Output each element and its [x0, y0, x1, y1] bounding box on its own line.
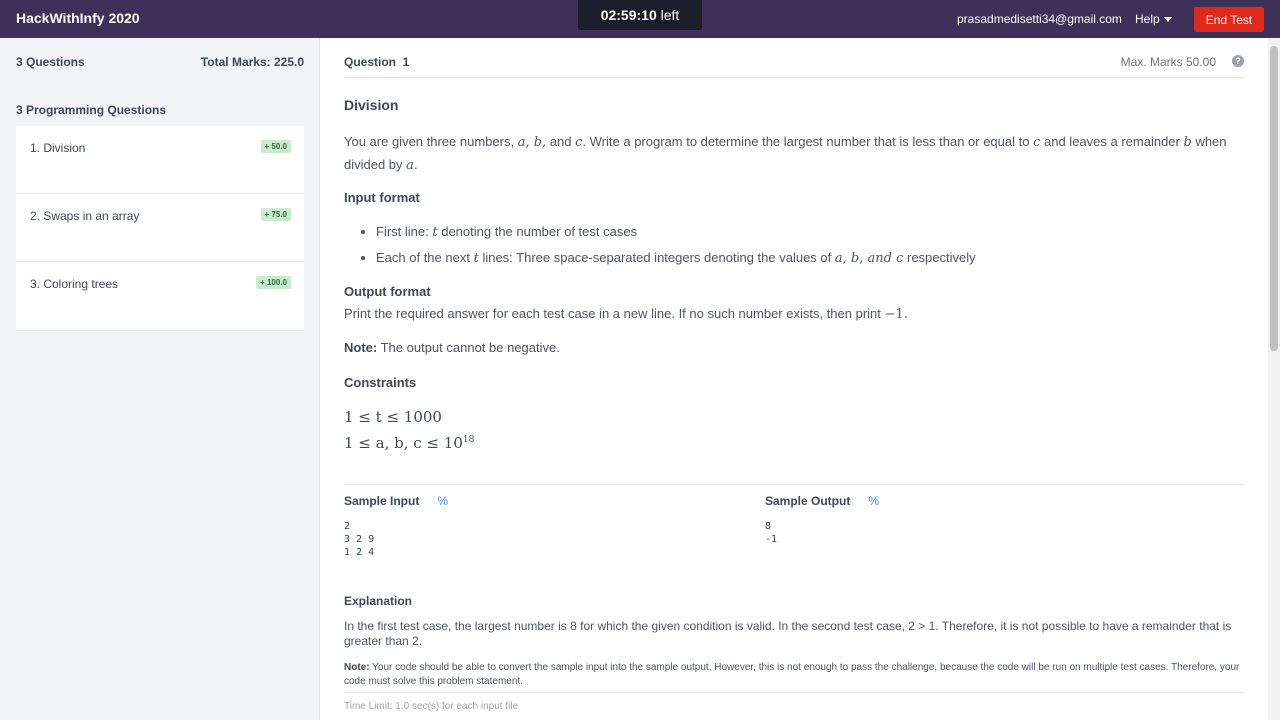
constraint-line: 1 ≤ t ≤ 1000 — [344, 408, 442, 426]
end-test-button[interactable]: End Test — [1194, 7, 1264, 32]
sample-output-title: Sample Output — [765, 494, 851, 508]
math-var: b — [1183, 135, 1192, 150]
math-var: a — [406, 158, 414, 173]
problem-panel: Question 1 Max. Marks 50.00 ? Division Y… — [320, 38, 1268, 720]
statement-text: and leaves a remainder — [1044, 134, 1180, 149]
question-item-label: 2. Swaps in an array — [30, 209, 140, 223]
math-vars: a, b, — [517, 135, 547, 150]
list-text: respectively — [906, 250, 976, 265]
link-icon[interactable]: % — [868, 494, 879, 508]
math-value: −1. — [884, 307, 908, 322]
max-marks: Max. Marks 50.00 — [1120, 55, 1216, 69]
list-text: Each of the next — [376, 250, 470, 265]
marks-badge: + 75.0 — [260, 208, 291, 221]
question-item-coloring-trees[interactable]: 3. Coloring trees + 100.0 — [16, 262, 304, 331]
output-format-text: Print the required answer for each test … — [344, 303, 1244, 326]
scrollbar-thumb[interactable] — [1270, 46, 1278, 351]
note-text: The output cannot be negative. — [380, 340, 560, 355]
problem-title: Division — [344, 97, 399, 113]
user-email: prasadmedisetti34@gmail.com — [957, 12, 1122, 26]
input-format-list: First line: t denoting the number of tes… — [376, 221, 976, 273]
list-text: denoting the number of test cases — [441, 224, 638, 239]
footer-note-text: Your code should be able to convert the … — [344, 662, 1240, 687]
total-marks: Total Marks: 225.0 — [200, 55, 304, 69]
statement-text: and — [549, 134, 572, 149]
countdown-timer: 02:59:10 left — [578, 0, 702, 30]
time-limit: Time Limit: 1.0 sec(s) for each input fi… — [344, 701, 519, 712]
section-title: 3 Programming Questions — [16, 103, 167, 117]
caret-down-icon — [1163, 17, 1172, 23]
divider — [344, 692, 1244, 693]
constraint-exponent: 18 — [462, 435, 475, 445]
help-circle-icon[interactable]: ? — [1232, 55, 1244, 67]
list-item: First line: t denoting the number of tes… — [376, 221, 976, 247]
constraint-line: 1 ≤ a, b, c ≤ 1018 — [344, 429, 474, 455]
brand-title: HackWithInfy 2020 — [16, 10, 140, 26]
constraint-text: 1 ≤ a, b, c ≤ 10 — [344, 434, 463, 452]
divider — [344, 77, 1244, 78]
statement-text: . — [413, 157, 418, 172]
help-menu[interactable]: Help — [1135, 12, 1172, 26]
sample-output: 8 -1 — [765, 521, 778, 545]
constraints-title: Constraints — [344, 375, 417, 390]
math-var: c — [1033, 135, 1041, 150]
footer-note-label: Note: — [344, 662, 370, 673]
statement-text: . Write a program to determine the large… — [582, 134, 1030, 149]
help-label: Help — [1135, 12, 1160, 26]
note-label: Note: — [344, 340, 378, 355]
link-icon[interactable]: % — [437, 494, 448, 508]
marks-badge: + 50.0 — [260, 140, 291, 153]
math-var: t — [473, 251, 479, 266]
list-text: lines: Three space-separated integers de… — [482, 250, 832, 265]
constraints: 1 ≤ t ≤ 1000 1 ≤ a, b, c ≤ 1018 — [344, 406, 474, 455]
output-text: Print the required answer for each test … — [344, 306, 881, 321]
sample-input-title: Sample Input — [344, 494, 420, 508]
question-item-label: 3. Coloring trees — [30, 277, 119, 291]
explanation-text: In the first test case, the largest numb… — [344, 619, 1232, 648]
input-format-title: Input format — [344, 190, 420, 205]
question-item-label: 1. Division — [30, 141, 86, 155]
list-text: First line: — [376, 224, 429, 239]
output-format-title: Output format — [344, 284, 431, 299]
timer-value: 02:59:10 — [600, 7, 657, 23]
question-item-swaps[interactable]: 2. Swaps in an array + 75.0 — [16, 194, 304, 262]
math-var: t — [432, 225, 438, 240]
sample-input: 2 3 2 9 1 2 4 — [344, 521, 375, 558]
math-vars: a, b, and c — [834, 251, 904, 266]
sample-input-header: Sample Input% — [344, 494, 448, 508]
list-item: Each of the next t lines: Three space-se… — [376, 247, 976, 273]
sample-output-header: Sample Output% — [765, 494, 879, 508]
sidebar-summary: 3 Questions Total Marks: 225.0 — [16, 55, 304, 69]
top-bar: HackWithInfy 2020 02:59:10 left prasadme… — [0, 0, 1280, 38]
marks-badge: + 100.0 — [256, 276, 291, 289]
question-list: 1. Division + 50.0 2. Swaps in an array … — [16, 126, 304, 331]
question-count: 3 Questions — [16, 55, 85, 69]
statement-text: You are given three numbers, — [344, 134, 515, 149]
scrollbar[interactable] — [1268, 38, 1280, 720]
timer-suffix: left — [660, 7, 680, 23]
question-header: Question 1 — [344, 55, 410, 69]
question-sidebar: 3 Questions Total Marks: 225.0 3 Program… — [0, 38, 320, 720]
question-item-division[interactable]: 1. Division + 50.0 — [16, 126, 304, 194]
footer-note: Note: Your code should be able to conver… — [344, 661, 1244, 689]
divider — [344, 484, 1244, 485]
problem-statement: You are given three numbers, a, b, and c… — [344, 131, 1244, 177]
explanation-title: Explanation — [344, 594, 413, 608]
note-line: Note: The output cannot be negative. — [344, 337, 1244, 359]
